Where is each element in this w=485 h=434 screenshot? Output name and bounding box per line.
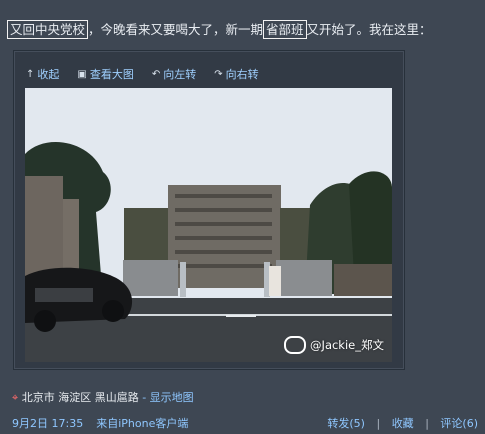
highlight-provincial-class: 省部班 xyxy=(263,20,307,39)
separator: | xyxy=(376,417,381,430)
post-actions: 转发(5) | 收藏 | 评论(6) xyxy=(327,415,478,431)
favorite-button[interactable]: 收藏 xyxy=(392,417,414,430)
post-date[interactable]: 9月2日 xyxy=(12,417,48,430)
collapse-up-icon: ↑ xyxy=(26,68,35,80)
view-large-icon: ▣ xyxy=(77,68,87,80)
show-map-link[interactable]: - 显示地图 xyxy=(142,391,193,404)
collapse-button[interactable]: ↑ 收起 xyxy=(26,66,59,82)
post-footer: 9月2日 17:35 来自iPhone客户端 转发(5) | 收藏 | 评论(6) xyxy=(12,415,478,431)
post-text-part-2: 又开始了。我在这里： xyxy=(306,22,432,37)
rotate-right-label: 向右转 xyxy=(225,68,259,81)
post-text-part-1: ，今晚看来又要喝大了，新一期 xyxy=(88,22,264,37)
rotate-left-button[interactable]: ↶ 向左转 xyxy=(152,66,196,82)
rotate-right-button[interactable]: ↷ 向右转 xyxy=(214,66,258,82)
weibo-logo-icon xyxy=(284,336,307,354)
post-time[interactable]: 9月2日 17:35 xyxy=(12,417,83,430)
post-text: 又回中央党校 ，今晚看来又要喝大了，新一期 省部班 又开始了。我在这里： xyxy=(7,20,477,40)
photo-watermark: @Jackie_郑文 xyxy=(284,336,384,354)
collapse-label: 收起 xyxy=(37,68,60,81)
separator: | xyxy=(425,417,429,430)
watermark-text: @Jackie_郑文 xyxy=(310,338,384,352)
media-card: ↑ 收起 ▣ 查看大图 ↶ 向左转 ↷ 向右转 @Jackie_郑文 xyxy=(13,50,405,370)
comment-button[interactable]: 评论(6) xyxy=(440,417,478,430)
view-large-button[interactable]: ▣ 查看大图 xyxy=(77,66,133,82)
post-clock[interactable]: 17:35 xyxy=(52,417,84,430)
location-line: ⌖ 北京市 海淀区 黑山扈路 - 显示地图 xyxy=(12,389,194,405)
location-text: 北京市 海淀区 黑山扈路 xyxy=(21,391,139,404)
rotate-right-icon: ↷ xyxy=(214,68,223,80)
location-pin-icon: ⌖ xyxy=(12,391,19,404)
post-source[interactable]: 来自iPhone客户端 xyxy=(96,417,188,430)
highlight-central-party-school: 又回中央党校 xyxy=(7,20,89,39)
view-large-label: 查看大图 xyxy=(89,68,134,81)
rotate-left-icon: ↶ xyxy=(151,68,161,80)
rotate-left-label: 向左转 xyxy=(163,68,197,81)
post-photo[interactable]: @Jackie_郑文 xyxy=(25,88,392,362)
photo-scene xyxy=(25,88,392,362)
image-toolbar: ↑ 收起 ▣ 查看大图 ↶ 向左转 ↷ 向右转 xyxy=(26,66,259,82)
repost-button[interactable]: 转发(5) xyxy=(327,417,365,430)
